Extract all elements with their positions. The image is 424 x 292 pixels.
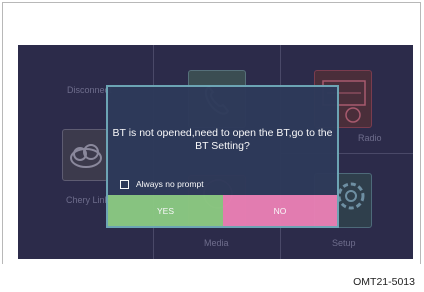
tile-label-media[interactable]: Media bbox=[204, 238, 229, 248]
always-no-prompt-label[interactable]: Always no prompt bbox=[136, 179, 204, 189]
figure-caption: OMT21-5013 bbox=[353, 276, 415, 288]
dialog-message: BT is not opened,need to open the BT,go … bbox=[112, 127, 333, 152]
yes-button[interactable]: YES bbox=[108, 195, 223, 226]
bluetooth-prompt-dialog: BT is not opened,need to open the BT,go … bbox=[106, 85, 339, 228]
always-no-prompt-row[interactable]: Always no prompt bbox=[120, 179, 204, 189]
tile-label-chery-link[interactable]: Chery Link bbox=[66, 195, 109, 205]
no-button[interactable]: NO bbox=[223, 195, 337, 226]
always-no-prompt-checkbox[interactable] bbox=[120, 179, 129, 189]
tile-label-radio[interactable]: Radio bbox=[358, 133, 382, 143]
cloud-link-icon[interactable] bbox=[62, 129, 108, 181]
tile-label-setup[interactable]: Setup bbox=[332, 238, 356, 248]
tile-label-disconnect[interactable]: Disconnect bbox=[67, 85, 112, 95]
